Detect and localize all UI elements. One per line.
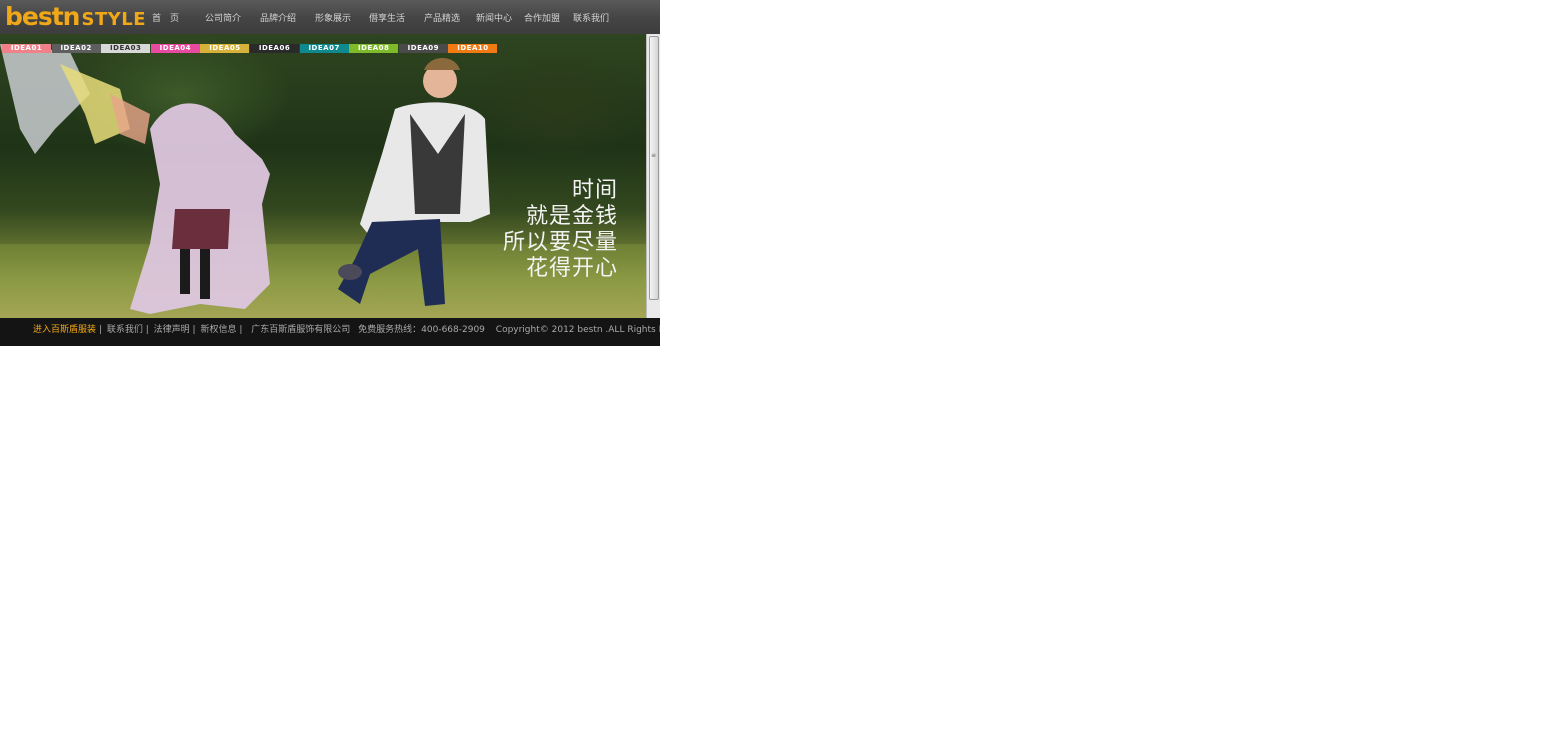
slogan-line: 花得开心 xyxy=(525,256,618,281)
idea-tab[interactable]: IDEA06 xyxy=(250,44,300,53)
idea-tab[interactable]: IDEA10 xyxy=(448,44,498,53)
nav-item-home[interactable]: 首 页 xyxy=(152,0,179,34)
hero-banner: IDEA01 IDEA02 IDEA03 IDEA04 IDEA05 IDEA06 IDEA… xyxy=(0,34,660,318)
idea-tab[interactable]: IDEA07 xyxy=(299,44,349,53)
company-name: 广东百斯盾服饰有限公司 xyxy=(251,325,351,335)
nav-item-franchise[interactable]: 合作加盟 xyxy=(524,0,560,34)
logo-sub-text: STYLE xyxy=(81,9,147,30)
footer-bar: 进入百斯盾服装 | 联系我们 | 法律声明 | 新权信息 | 广东百斯盾服饰有限… xyxy=(0,318,660,346)
idea-tab[interactable]: IDEA05 xyxy=(200,44,250,53)
site-frame: bestn STYLE 首 页 公司简介 品牌介绍 形象展示 僭享生活 产品精选… xyxy=(0,0,660,346)
nav-item-lifestyle[interactable]: 僭享生活 xyxy=(369,0,405,34)
idea-tab[interactable]: IDEA09 xyxy=(398,44,448,53)
footer-separator: | xyxy=(239,325,243,335)
nav-item-contact[interactable]: 联系我们 xyxy=(573,0,609,34)
slogan-text: 时间 就是金钱 所以要尽量 花得开心 xyxy=(503,178,618,282)
footer-link-legal[interactable]: 法律声明 xyxy=(154,325,190,335)
footer-link-rights[interactable]: 新权信息 xyxy=(200,325,236,335)
nav-item-news[interactable]: 新闻中心 xyxy=(476,0,512,34)
footer-separator: | xyxy=(145,325,149,335)
slogan-line: 就是金钱 xyxy=(525,204,618,229)
scrollbar-thumb[interactable] xyxy=(649,36,659,300)
top-navigation-bar: bestn STYLE 首 页 公司简介 品牌介绍 形象展示 僭享生活 产品精选… xyxy=(0,0,660,35)
nav-item-image-showcase[interactable]: 形象展示 xyxy=(315,0,351,34)
idea-tab[interactable]: IDEA04 xyxy=(150,44,200,53)
idea-tab[interactable]: IDEA03 xyxy=(101,44,151,53)
hotline: 免费服务热线：400-668-2909 xyxy=(358,325,485,335)
nav-item-company-profile[interactable]: 公司简介 xyxy=(205,0,241,34)
copyright: Copyright© 2012 bestn .ALL Rights Reserv… xyxy=(495,325,660,335)
bestn-style-logo[interactable]: bestn STYLE xyxy=(5,3,146,31)
scrollbar-grip-icon: ≡ xyxy=(651,152,657,159)
nav-item-brand-intro[interactable]: 品牌介绍 xyxy=(260,0,296,34)
slogan-line: 时间 xyxy=(571,178,618,203)
footer-separator: | xyxy=(192,325,196,335)
nav-item-products[interactable]: 产品精选 xyxy=(424,0,460,34)
footer-separator: | xyxy=(98,325,102,335)
idea-tab[interactable]: IDEA01 xyxy=(2,44,52,53)
idea-tab[interactable]: IDEA08 xyxy=(349,44,399,53)
idea-tab[interactable]: IDEA02 xyxy=(51,44,101,53)
footer-link-contact[interactable]: 联系我们 xyxy=(107,325,143,335)
slogan-line: 所以要尽量 xyxy=(502,230,618,255)
logo-main-text: bestn xyxy=(5,2,80,31)
enter-site-link[interactable]: 进入百斯盾服装 xyxy=(33,325,96,335)
